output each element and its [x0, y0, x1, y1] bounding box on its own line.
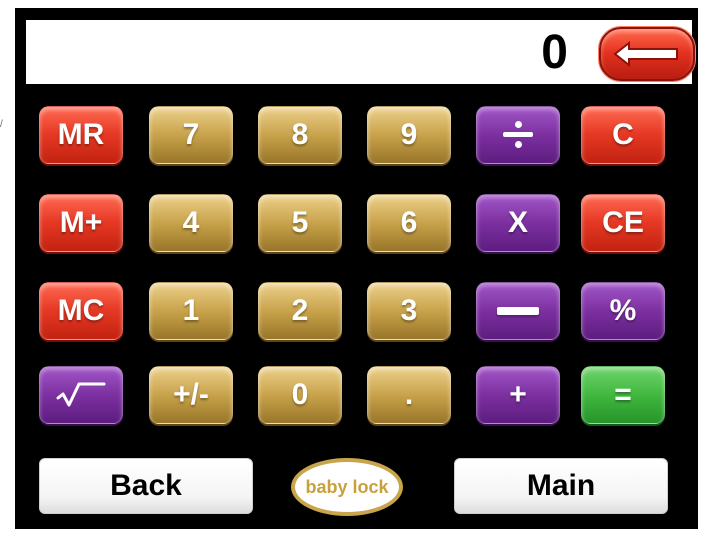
digit-2-button[interactable]: 2 [258, 282, 342, 340]
main-button[interactable]: Main [454, 458, 668, 514]
memory-clear-button[interactable]: MC [39, 282, 123, 340]
digit-4-button[interactable]: 4 [149, 194, 233, 252]
display-value: 0 [541, 26, 568, 79]
calculator-screen: / 0 MR 7 8 9 C M+ 4 5 6 X CE MC 1 2 3 % … [0, 0, 708, 533]
plus-button[interactable]: + [476, 366, 560, 424]
digit-6-button[interactable]: 6 [367, 194, 451, 252]
back-button[interactable]: Back [39, 458, 253, 514]
minus-button[interactable] [476, 282, 560, 340]
brand-logo: baby lock [291, 458, 403, 516]
memory-add-button[interactable]: M+ [39, 194, 123, 252]
display-panel: 0 [26, 20, 692, 84]
square-root-button[interactable] [39, 366, 123, 424]
divide-button[interactable] [476, 106, 560, 164]
clear-entry-button[interactable]: CE [581, 194, 665, 252]
backspace-button[interactable] [599, 27, 695, 81]
digit-9-button[interactable]: 9 [367, 106, 451, 164]
digit-0-button[interactable]: 0 [258, 366, 342, 424]
memory-recall-button[interactable]: MR [39, 106, 123, 164]
decimal-button[interactable]: . [367, 366, 451, 424]
multiply-button[interactable]: X [476, 194, 560, 252]
percent-button[interactable]: % [581, 282, 665, 340]
edge-mark: / [0, 119, 3, 130]
digit-3-button[interactable]: 3 [367, 282, 451, 340]
calculator-panel: 0 MR 7 8 9 C M+ 4 5 6 X CE MC 1 2 3 % +/… [15, 8, 698, 529]
square-root-icon [56, 382, 106, 407]
divide-icon [499, 118, 537, 152]
digit-7-button[interactable]: 7 [149, 106, 233, 164]
backspace-arrow-icon [613, 40, 678, 68]
clear-button[interactable]: C [581, 106, 665, 164]
plus-minus-button[interactable]: +/- [149, 366, 233, 424]
digit-5-button[interactable]: 5 [258, 194, 342, 252]
digit-8-button[interactable]: 8 [258, 106, 342, 164]
digit-1-button[interactable]: 1 [149, 282, 233, 340]
minus-icon [497, 307, 539, 315]
equals-button[interactable]: = [581, 366, 665, 424]
